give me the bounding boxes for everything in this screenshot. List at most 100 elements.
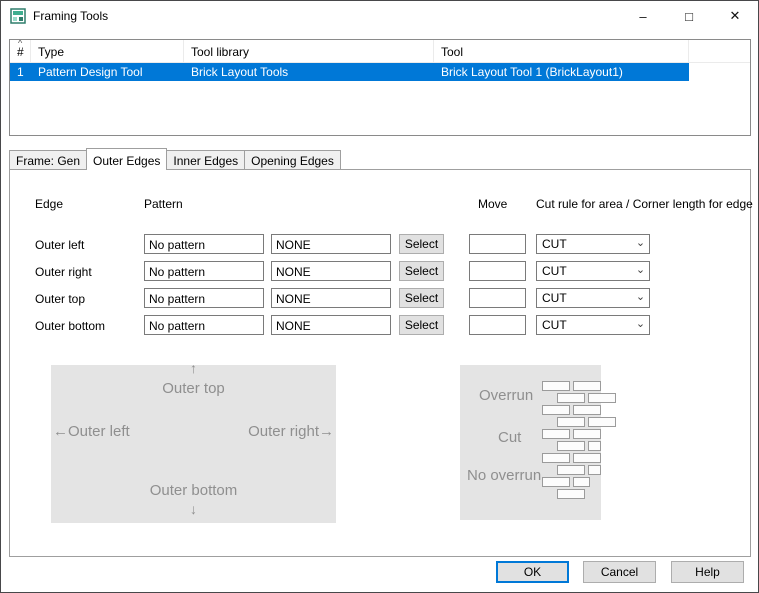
column-header-tool-library[interactable]: Tool library — [184, 40, 434, 62]
select-button[interactable]: Select — [399, 288, 444, 308]
chevron-down-icon: ⌄ — [632, 236, 649, 252]
edge-diagram: ↑ Outer top ←Outer left Outer right→ Out… — [51, 365, 336, 523]
cut-rule-value: CUT — [537, 318, 632, 332]
brick — [573, 477, 590, 487]
chevron-down-icon: ⌄ — [632, 317, 649, 333]
pattern-library-field[interactable]: NONE — [271, 288, 391, 308]
outer-right-label: Outer right→ — [248, 423, 334, 440]
edge-row-outer-right: Outer right No pattern NONE Select CUT ⌄ — [10, 261, 750, 281]
edge-row-outer-bottom: Outer bottom No pattern NONE Select CUT … — [10, 315, 750, 335]
pattern-field[interactable]: No pattern — [144, 288, 264, 308]
tab-inner-edges[interactable]: Inner Edges — [166, 150, 245, 169]
minimize-button[interactable]: – — [620, 1, 666, 31]
up-arrow-icon: ↑ — [190, 360, 197, 376]
cut-rule-select[interactable]: CUT ⌄ — [536, 261, 650, 281]
brick — [588, 441, 601, 451]
brick — [573, 381, 601, 391]
column-header-num[interactable]: ^ # — [10, 40, 31, 62]
pattern-field[interactable]: No pattern — [144, 261, 264, 281]
column-header-tool[interactable]: Tool — [434, 40, 689, 62]
cut-rule-value: CUT — [537, 264, 632, 278]
window-controls: – □ ✕ — [620, 1, 758, 31]
edge-row-outer-left: Outer left No pattern NONE Select CUT ⌄ — [10, 234, 750, 254]
brick — [573, 405, 601, 415]
left-arrow-icon: ← — [53, 423, 68, 440]
outer-edges-panel: Edge Pattern Move Cut rule for area / Co… — [9, 169, 751, 557]
cancel-button[interactable]: Cancel — [583, 561, 656, 583]
cut-rule-select[interactable]: CUT ⌄ — [536, 288, 650, 308]
brick — [557, 465, 585, 475]
brick — [557, 489, 585, 499]
brick — [588, 417, 616, 427]
header-cut-rule: Cut rule for area / Corner length for ed… — [536, 197, 753, 211]
edge-label: Outer top — [35, 292, 85, 306]
cut-label: Cut — [498, 429, 521, 446]
brick — [588, 465, 601, 475]
brick-pattern — [542, 381, 602, 511]
pattern-library-field[interactable]: NONE — [271, 261, 391, 281]
pattern-field[interactable]: No pattern — [144, 315, 264, 335]
header-pattern: Pattern — [144, 197, 183, 211]
overrun-diagram: Overrun Cut No overrun — [460, 365, 601, 520]
tool-list: ^ # Type Tool library Tool 1 Pattern Des… — [9, 39, 751, 136]
brick — [542, 453, 570, 463]
brick — [542, 477, 570, 487]
select-button[interactable]: Select — [399, 315, 444, 335]
outer-bottom-label: Outer bottom — [150, 482, 238, 499]
close-button[interactable]: ✕ — [712, 1, 758, 31]
app-icon — [10, 8, 26, 24]
cut-rule-value: CUT — [537, 291, 632, 305]
move-input[interactable] — [469, 234, 526, 254]
cut-rule-select[interactable]: CUT ⌄ — [536, 234, 650, 254]
brick — [542, 381, 570, 391]
close-icon: ✕ — [730, 8, 741, 24]
titlebar: Framing Tools – □ ✕ — [1, 1, 758, 31]
cell-type: Pattern Design Tool — [31, 65, 184, 79]
cut-rule-value: CUT — [537, 237, 632, 251]
tab-frame-gen[interactable]: Frame: Gen — [9, 150, 87, 169]
maximize-button[interactable]: □ — [666, 1, 712, 31]
cell-num: 1 — [10, 65, 31, 79]
move-input[interactable] — [469, 261, 526, 281]
outer-top-label: Outer top — [162, 380, 225, 397]
brick — [542, 405, 570, 415]
overrun-label: Overrun — [479, 387, 533, 404]
tab-strip: Frame: Gen Outer Edges Inner Edges Openi… — [9, 148, 341, 170]
header-edge: Edge — [35, 197, 63, 211]
right-arrow-icon: → — [319, 423, 334, 440]
ok-button[interactable]: OK — [496, 561, 569, 583]
edge-label: Outer bottom — [35, 319, 105, 333]
no-overrun-label: No overrun — [467, 467, 541, 484]
pattern-library-field[interactable]: NONE — [271, 315, 391, 335]
minimize-icon: – — [639, 9, 646, 24]
brick — [557, 441, 585, 451]
down-arrow-icon: ↓ — [190, 501, 197, 517]
edge-label: Outer right — [35, 265, 92, 279]
brick — [557, 393, 585, 403]
pattern-field[interactable]: No pattern — [144, 234, 264, 254]
brick — [588, 393, 616, 403]
framing-tools-dialog: Framing Tools – □ ✕ ^ # Type Tool librar… — [0, 0, 759, 593]
move-input[interactable] — [469, 288, 526, 308]
brick — [573, 429, 601, 439]
chevron-down-icon: ⌄ — [632, 290, 649, 306]
move-input[interactable] — [469, 315, 526, 335]
cut-rule-select[interactable]: CUT ⌄ — [536, 315, 650, 335]
tab-opening-edges[interactable]: Opening Edges — [244, 150, 341, 169]
cell-tool-library: Brick Layout Tools — [184, 65, 434, 79]
pattern-library-field[interactable]: NONE — [271, 234, 391, 254]
column-header-type[interactable]: Type — [31, 40, 184, 62]
tab-outer-edges[interactable]: Outer Edges — [86, 148, 167, 170]
sort-ascending-icon: ^ — [18, 40, 22, 48]
brick — [542, 429, 570, 439]
tool-list-row-selected[interactable]: 1 Pattern Design Tool Brick Layout Tools… — [10, 63, 689, 81]
cell-tool: Brick Layout Tool 1 (BrickLayout1) — [434, 65, 689, 79]
maximize-icon: □ — [685, 9, 693, 24]
outer-left-label: ←Outer left — [53, 423, 130, 440]
edge-label: Outer left — [35, 238, 84, 252]
select-button[interactable]: Select — [399, 234, 444, 254]
window-title: Framing Tools — [33, 9, 108, 23]
select-button[interactable]: Select — [399, 261, 444, 281]
help-button[interactable]: Help — [671, 561, 744, 583]
tool-list-header: ^ # Type Tool library Tool — [10, 40, 750, 63]
